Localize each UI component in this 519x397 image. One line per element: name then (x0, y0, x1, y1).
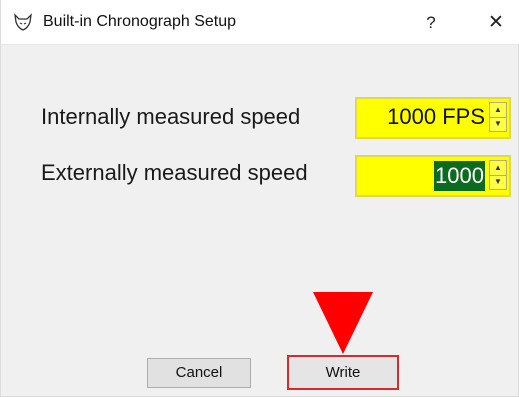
external-speed-spinbox[interactable]: 1000 ▲ ▼ (355, 155, 511, 197)
write-button[interactable]: Write (287, 355, 399, 390)
external-speed-label: Externally measured speed (41, 160, 308, 185)
internal-speed-spinner[interactable]: ▲ ▼ (489, 102, 507, 132)
title-bar: Built-in Chronograph Setup ? ✕ (1, 0, 519, 45)
external-speed-spinner[interactable]: ▲ ▼ (489, 160, 507, 190)
chronograph-setup-dialog: Built-in Chronograph Setup ? ✕ Internall… (0, 0, 519, 397)
pointer-arrow-icon (313, 292, 373, 354)
wolf-logo-icon (14, 13, 32, 31)
internal-speed-label: Internally measured speed (41, 104, 301, 129)
internal-speed-spinbox[interactable]: 1000 FPS ▲ ▼ (355, 97, 511, 139)
external-speed-value[interactable]: 1000 (434, 161, 485, 191)
spin-up-icon[interactable]: ▲ (490, 161, 506, 176)
close-button[interactable]: ✕ (479, 10, 513, 36)
spin-up-icon[interactable]: ▲ (490, 103, 506, 118)
cancel-button[interactable]: Cancel (147, 358, 251, 388)
window-title: Built-in Chronograph Setup (43, 13, 237, 30)
help-button[interactable]: ? (413, 10, 449, 36)
spin-down-icon[interactable]: ▼ (490, 175, 506, 189)
spin-down-icon[interactable]: ▼ (490, 117, 506, 131)
internal-speed-value[interactable]: 1000 FPS (387, 99, 485, 137)
